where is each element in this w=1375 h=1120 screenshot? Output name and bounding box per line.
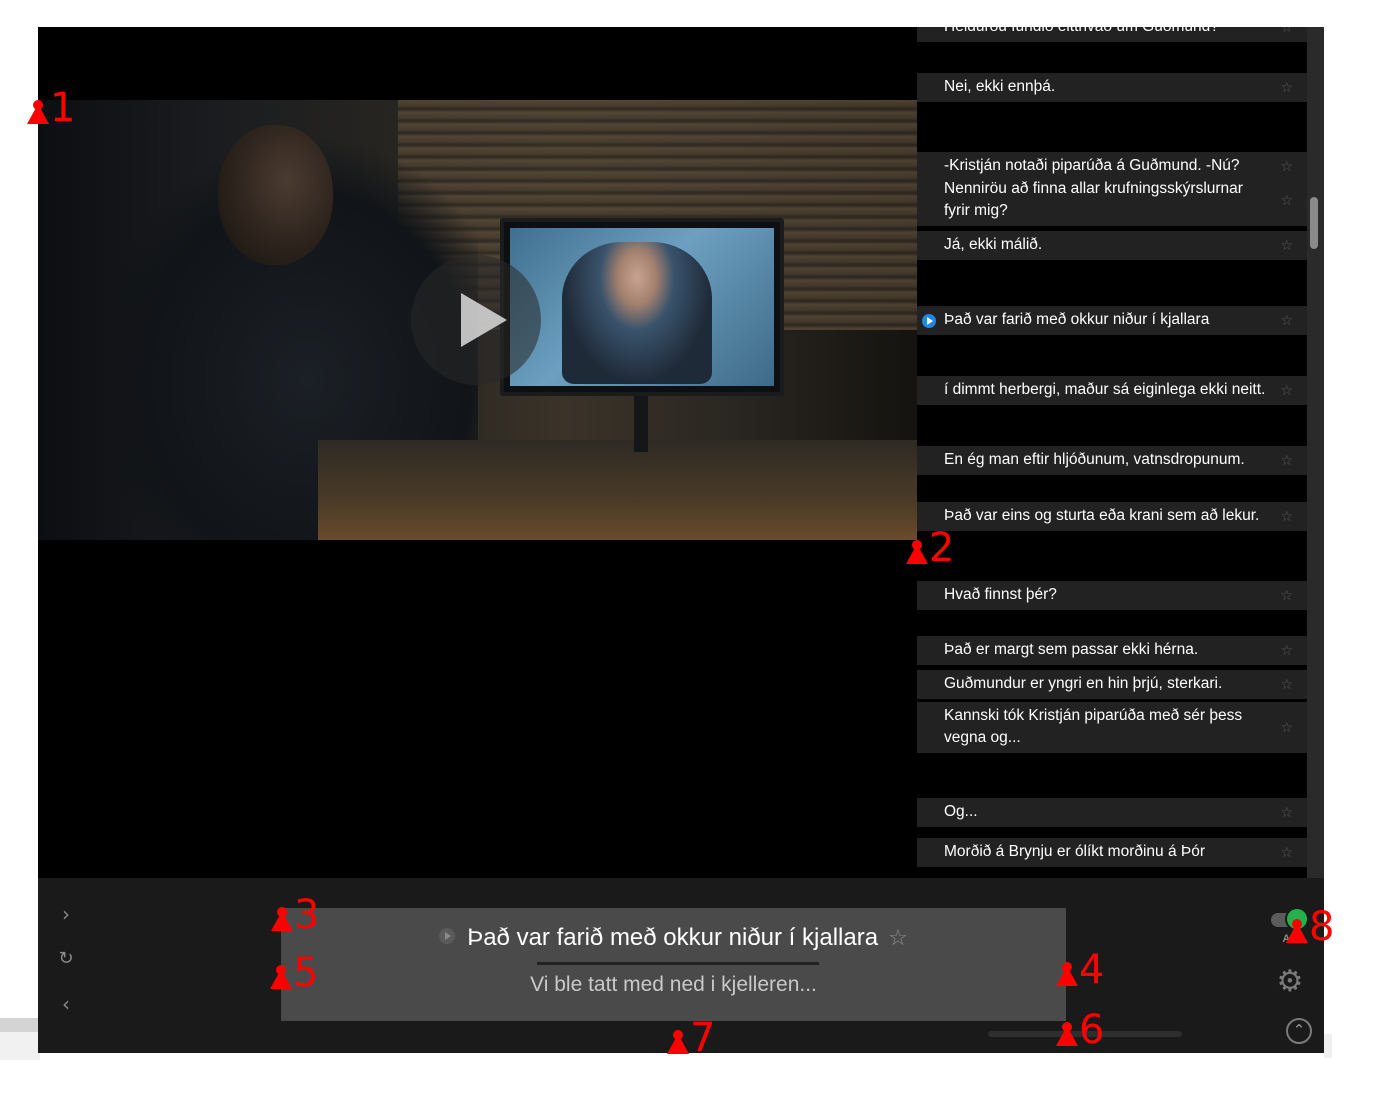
- star-icon[interactable]: ☆: [1280, 802, 1293, 824]
- scene-monitor-screen: [510, 228, 774, 386]
- star-icon[interactable]: ☆: [1280, 640, 1293, 662]
- transcript-panel[interactable]: Heldurðu fundið eitthvað um Guðmund?☆Nei…: [917, 27, 1307, 878]
- refresh-icon[interactable]: ↻: [56, 949, 76, 969]
- browser-background-strip: [0, 1032, 40, 1060]
- video-frame[interactable]: [38, 100, 917, 540]
- transcript-line-text: í dimmt herbergi, maður sá eiginlega ekk…: [944, 381, 1266, 398]
- annotation-marker: 8: [1286, 907, 1334, 947]
- subtitle-divider: [537, 962, 819, 965]
- star-icon[interactable]: ☆: [888, 926, 908, 951]
- transcript-line[interactable]: Nenniröu að finna allar krufningsskýrslu…: [917, 175, 1307, 226]
- transcript-scrollbar[interactable]: [1307, 27, 1324, 878]
- transcript-line[interactable]: Það var farið með okkur niður í kjallara…: [917, 306, 1307, 335]
- transcript-line-text: Kannski tók Kristján piparúða með sér þe…: [944, 707, 1243, 746]
- star-icon[interactable]: ☆: [1280, 674, 1293, 696]
- transcript-line[interactable]: Guðmundur er yngri en hin þrjú, sterkari…: [917, 670, 1307, 699]
- transcript-line[interactable]: í dimmt herbergi, maður sá eiginlega ekk…: [917, 376, 1307, 405]
- annotation-marker: 3: [271, 895, 319, 935]
- transcript-line[interactable]: En ég man eftir hljóðunum, vatnsdropunum…: [917, 446, 1307, 475]
- transcript-line[interactable]: Já, ekki málið. ☆: [917, 231, 1307, 260]
- browser-background-bar: [0, 1018, 40, 1032]
- star-icon[interactable]: ☆: [1280, 190, 1293, 212]
- transcript-line-text: En ég man eftir hljóðunum, vatnsdropunum…: [944, 451, 1245, 468]
- scene-interview-subject: [562, 242, 712, 384]
- transcript-line-text: Það var eins og sturta eða krani sem að …: [944, 507, 1260, 524]
- transcript-line-text: Heldurðu fundið eitthvað um Guðmund?: [944, 27, 1219, 35]
- star-icon[interactable]: ☆: [1280, 27, 1293, 39]
- transcript-line-text: Nenniröu að finna allar krufningsskýrslu…: [944, 180, 1243, 219]
- star-icon[interactable]: ☆: [1280, 717, 1293, 739]
- transcript-line[interactable]: Hvað finnst þér? ☆: [917, 581, 1307, 610]
- scene-monitor-stand: [634, 392, 648, 452]
- transcript-line[interactable]: Kannski tók Kristján piparúða með sér þe…: [917, 702, 1307, 753]
- star-icon[interactable]: ☆: [1280, 585, 1293, 607]
- secondary-subtitle[interactable]: Vi ble tatt med ned i kjelleren...: [281, 966, 1066, 1006]
- transcript-line-text: Guðmundur er yngri en hin þrjú, sterkari…: [944, 675, 1223, 692]
- annotation-marker: 2: [906, 528, 954, 568]
- transcript-line-text: Hvað finnst þér?: [944, 586, 1057, 603]
- star-icon[interactable]: ☆: [1280, 450, 1293, 472]
- annotation-marker: 7: [667, 1018, 715, 1058]
- star-icon[interactable]: ☆: [1280, 77, 1293, 99]
- scene-desk: [318, 440, 917, 540]
- chevron-left-icon[interactable]: ‹: [56, 994, 76, 1014]
- video-player-app: Heldurðu fundið eitthvað um Guðmund?☆Nei…: [38, 27, 1324, 1053]
- browser-background-edge: [1324, 1034, 1332, 1058]
- transcript-line[interactable]: Það var eins og sturta eða krani sem að …: [917, 502, 1307, 531]
- annotation-marker: 5: [270, 953, 318, 993]
- chevron-right-icon[interactable]: ›: [56, 904, 76, 924]
- star-icon[interactable]: ☆: [1280, 842, 1293, 864]
- annotation-marker: 6: [1056, 1010, 1104, 1050]
- transcript-line-text: Nei, ekki ennþá.: [944, 78, 1056, 95]
- current-line-play-icon[interactable]: [922, 313, 936, 328]
- primary-subtitle-text[interactable]: Það var farið með okkur niður í kjallara: [467, 924, 878, 951]
- play-line-icon[interactable]: [439, 927, 456, 944]
- chevron-up-circle-icon[interactable]: ⌃: [1286, 1018, 1312, 1044]
- transcript-line-text: Morðið á Brynju er ólíkt morðinu á Þór: [944, 843, 1206, 860]
- star-icon[interactable]: ☆: [1280, 380, 1293, 402]
- transcript-line[interactable]: Morðið á Brynju er ólíkt morðinu á Þór ☆: [917, 838, 1307, 867]
- scene-monitor: [500, 218, 784, 396]
- transcript-line-text: Það er margt sem passar ekki hérna.: [944, 641, 1199, 658]
- star-icon[interactable]: ☆: [1280, 506, 1293, 528]
- primary-subtitle[interactable]: Það var farið með okkur niður í kjallara…: [281, 908, 1066, 963]
- transcript-line[interactable]: Það er margt sem passar ekki hérna. ☆: [917, 636, 1307, 665]
- transcript-line[interactable]: Nei, ekki ennþá. ☆: [917, 73, 1307, 102]
- annotation-marker: 4: [1056, 950, 1104, 990]
- transcript-line-text: -Kristján notaði piparúða á Guðmund. -Nú…: [944, 157, 1240, 174]
- star-icon[interactable]: ☆: [1280, 235, 1293, 257]
- gear-icon[interactable]: ⚙: [1274, 966, 1306, 998]
- transcript-line[interactable]: Heldurðu fundið eitthvað um Guðmund? ☆: [917, 27, 1307, 42]
- transcript-line-text: Já, ekki málið.: [944, 236, 1043, 253]
- subtitle-box: Það var farið með okkur niður í kjallara…: [281, 908, 1066, 1021]
- scene-officer-head: [218, 125, 333, 265]
- star-icon[interactable]: ☆: [1280, 310, 1293, 332]
- play-button[interactable]: [411, 255, 541, 385]
- transcript-line[interactable]: Og... ☆: [917, 798, 1307, 827]
- transcript-scrollbar-thumb[interactable]: [1310, 197, 1318, 249]
- transcript-line-text: Það var farið með okkur niður í kjallara: [944, 311, 1210, 328]
- annotation-marker: 1: [27, 88, 75, 128]
- transcript-line-text: Og...: [944, 803, 978, 820]
